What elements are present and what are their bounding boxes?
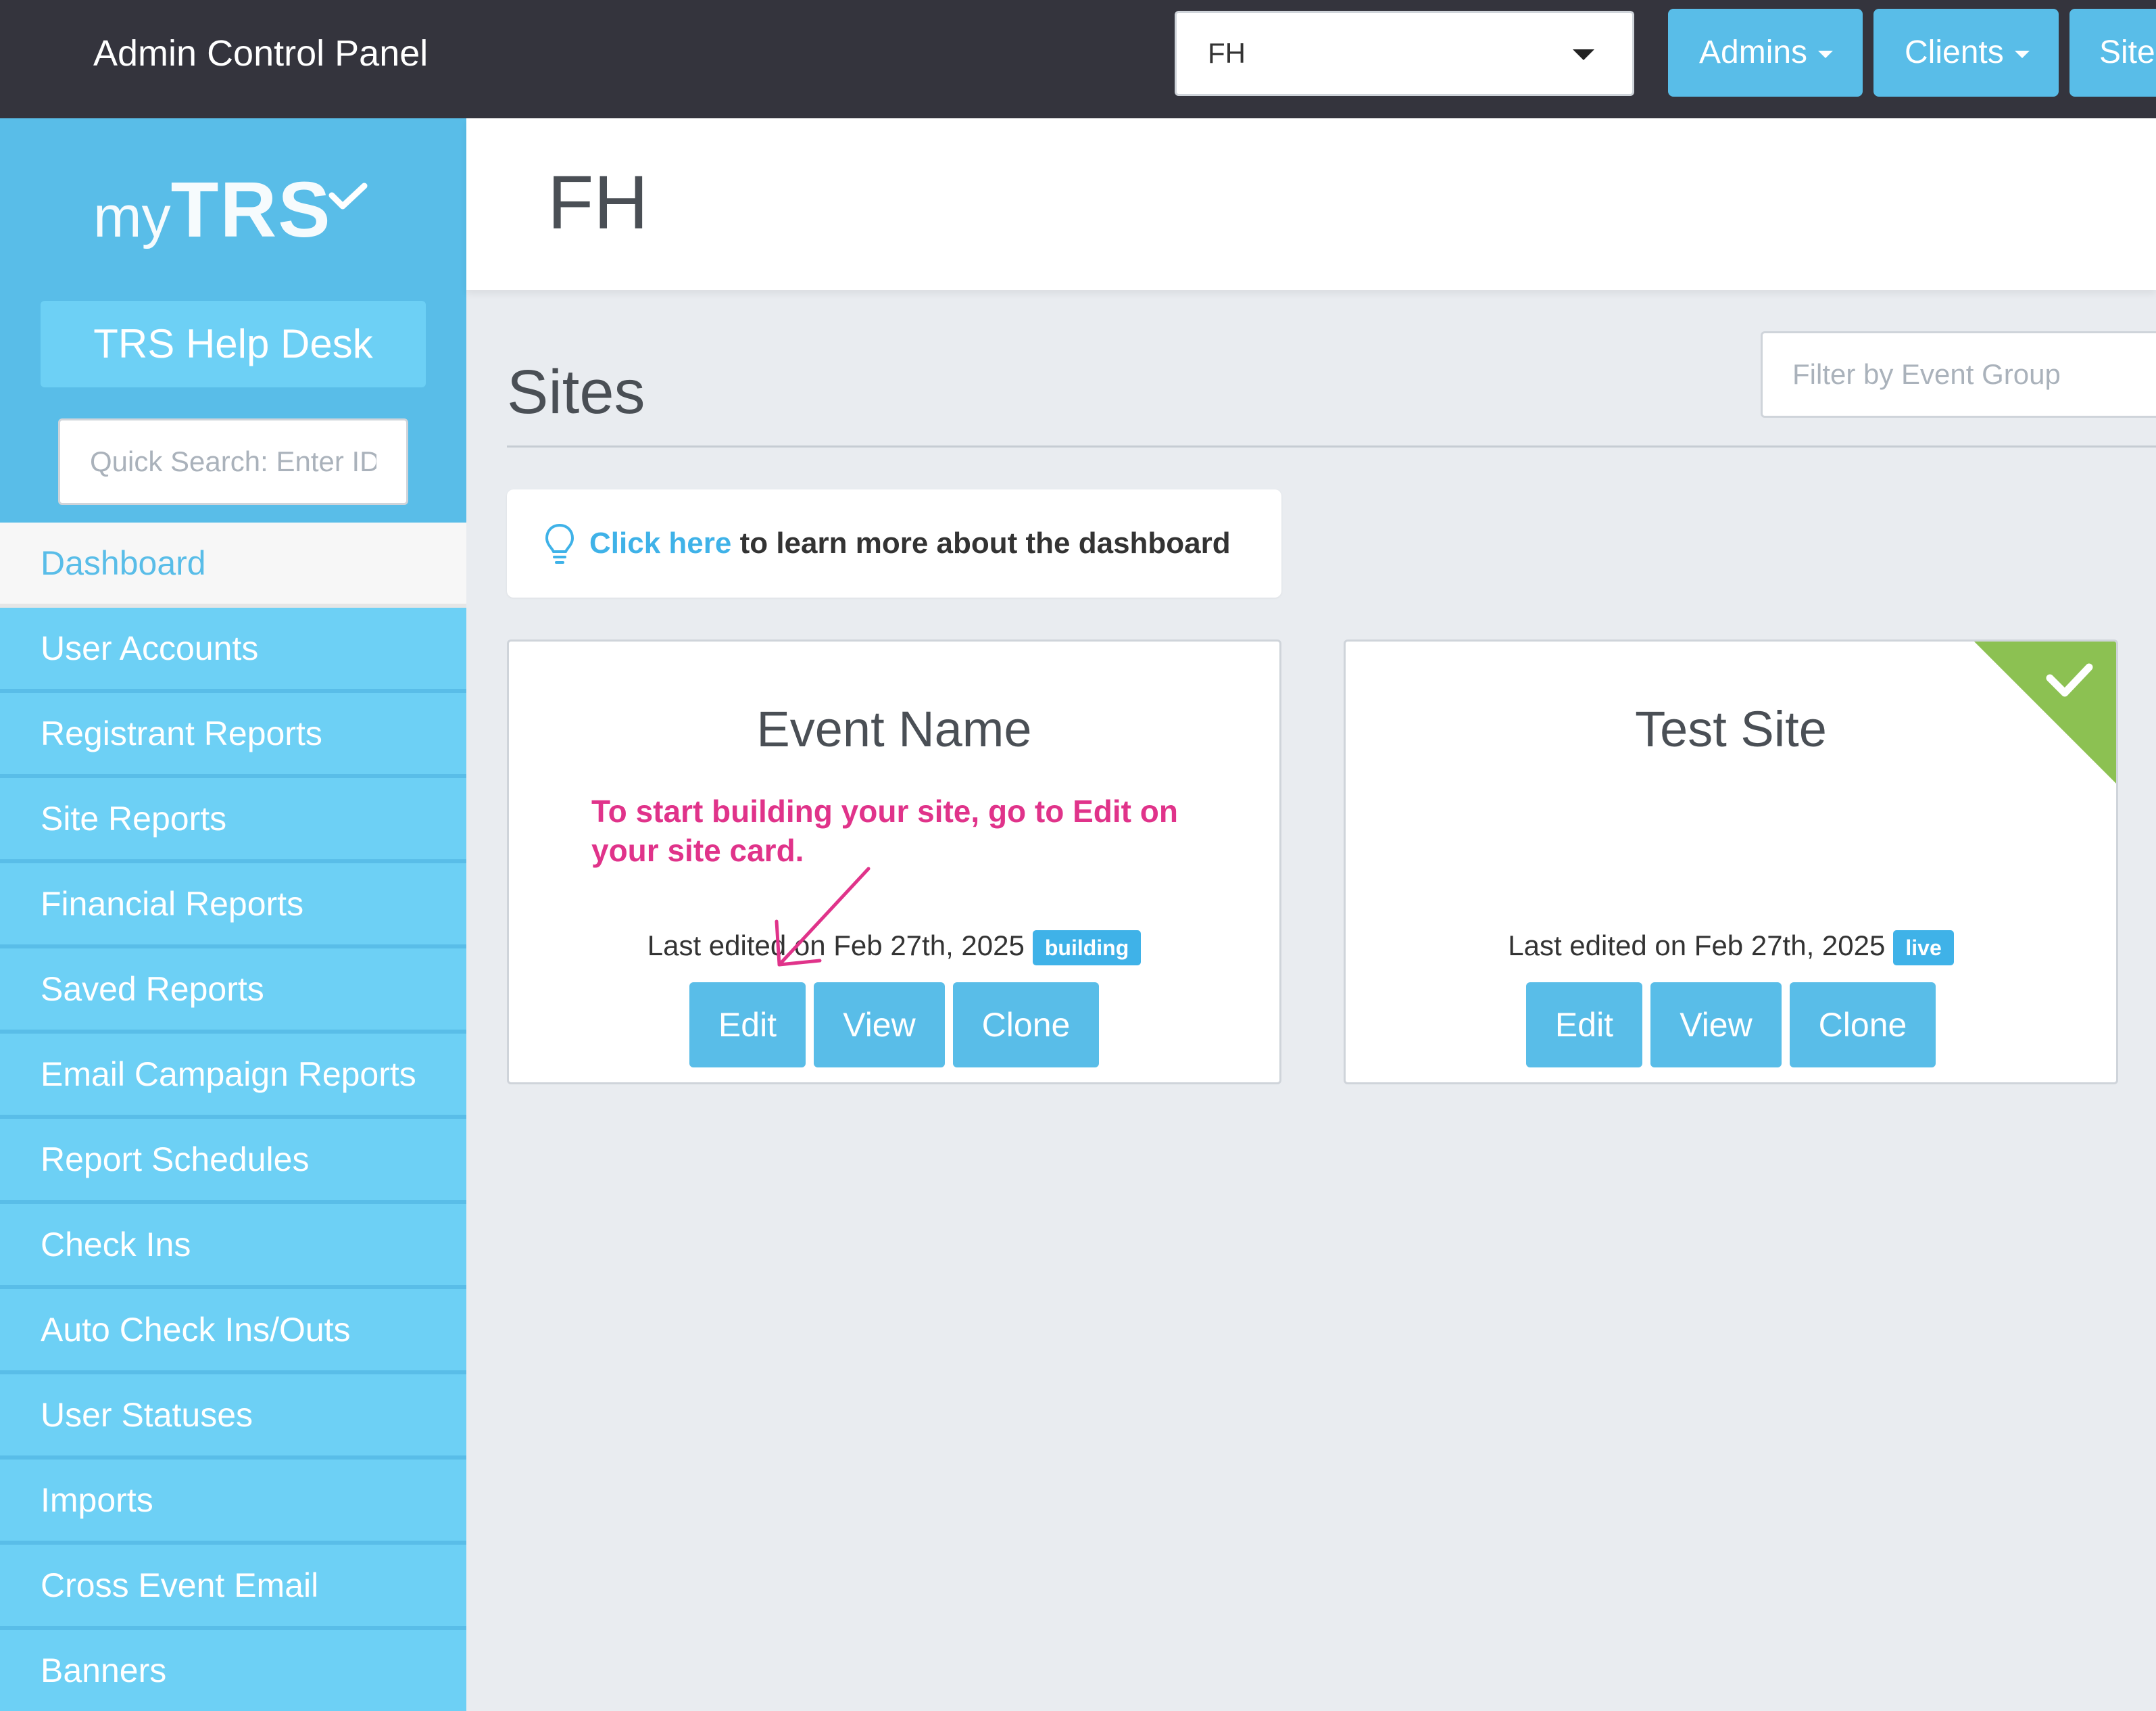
clients-dropdown-button[interactable]: Clients [1873,9,2059,97]
last-edited-text: Last edited on Feb 27th, 2025 [1508,930,1886,961]
page-title: FH [547,160,649,245]
sidebar-item-imports[interactable]: Imports [0,1460,466,1545]
admins-label: Admins [1699,34,1808,70]
annotation-arrow-icon [775,867,871,967]
logo-check-icon [328,183,368,210]
tip-text: to learn more about the dashboard [731,527,1231,560]
lightbulb-icon [545,523,574,564]
mytrs-logo[interactable]: myTRS [93,164,332,254]
sidebar-item-email-campaign-reports[interactable]: Email Campaign Reports [0,1034,466,1119]
sidebar-item-auto-check-ins-outs[interactable]: Auto Check Ins/Outs [0,1289,466,1374]
sidebar-item-registrant-reports[interactable]: Registrant Reports [0,693,466,778]
help-desk-button[interactable]: TRS Help Desk [41,301,426,387]
admins-dropdown-button[interactable]: Admins [1668,9,1863,97]
site-card-test-site: Test Site Last edited on Feb 27th, 2025 l… [1344,640,2118,1084]
top-navbar: Admin Control Panel FH Admins Clients Si… [0,0,2156,118]
dashboard-tip: Click here to learn more about the dashb… [507,489,1281,598]
sidebar-item-check-ins[interactable]: Check Ins [0,1204,466,1289]
clients-label: Clients [1905,34,2004,70]
sidebar-item-saved-reports[interactable]: Saved Reports [0,948,466,1034]
quick-search-input[interactable] [58,418,408,505]
page-header: FH [466,118,2156,290]
sidebar-item-banners[interactable]: Banners [0,1630,466,1711]
site-card-title: Test Site [1635,701,1827,757]
sidebar: myTRS TRS Help Desk Dashboard User Accou… [0,118,466,1711]
clone-button[interactable]: Clone [1790,982,1936,1067]
caret-down-icon [2014,50,2030,58]
sidebar-item-dashboard[interactable]: Dashboard [0,523,466,608]
site-card-event-name: Event Name To start building your site, … [507,640,1281,1084]
card-actions: Edit View Clone [1346,982,2116,1067]
sites-dropdown-button[interactable]: Site [2069,9,2156,97]
sidebar-menu: Dashboard User Accounts Registrant Repor… [0,523,466,1711]
last-edited: Last edited on Feb 27th, 2025 live [1346,925,2116,966]
sidebar-item-user-statuses[interactable]: User Statuses [0,1374,466,1460]
sidebar-item-site-reports[interactable]: Site Reports [0,778,466,863]
click-here-link[interactable]: Click here [589,527,731,560]
sites-label: Site [2099,34,2155,70]
sidebar-item-user-accounts[interactable]: User Accounts [0,608,466,693]
sidebar-item-report-schedules[interactable]: Report Schedules [0,1119,466,1204]
sidebar-item-cross-event-email[interactable]: Cross Event Email [0,1545,466,1630]
view-button[interactable]: View [1650,982,1782,1067]
app-title: Admin Control Panel [93,33,428,74]
client-select[interactable]: FH [1175,11,1634,96]
status-badge: live [1893,930,1954,965]
caret-down-icon [1573,49,1594,60]
filter-event-group-input[interactable] [1761,331,2156,418]
sites-heading: Sites [507,358,645,427]
sidebar-item-financial-reports[interactable]: Financial Reports [0,863,466,948]
sidebar-header: myTRS TRS Help Desk [0,118,466,523]
caret-down-icon [1818,50,1834,58]
divider [507,445,2156,448]
edit-button[interactable]: Edit [1526,982,1642,1067]
client-select-value: FH [1208,37,1246,69]
